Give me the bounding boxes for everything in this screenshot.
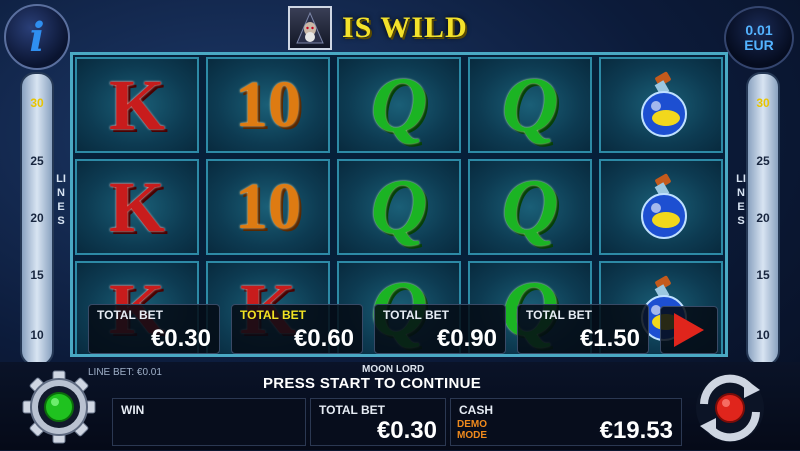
reel-cell: Q bbox=[337, 57, 461, 153]
line-count-30[interactable]: 30 bbox=[22, 96, 52, 110]
bet-option-value: €0.60 bbox=[293, 325, 354, 352]
line-count-15[interactable]: 15 bbox=[22, 268, 52, 282]
reel-cell: K bbox=[75, 159, 199, 255]
line-bet-text: LINE BET: €0.01 bbox=[88, 367, 162, 378]
bet-option-2[interactable]: TOTAL BET €0.60 bbox=[231, 304, 363, 354]
gear-icon bbox=[22, 370, 96, 444]
symbol-q: Q bbox=[501, 61, 559, 148]
line-count-30[interactable]: 30 bbox=[748, 96, 778, 110]
symbol-10: 10 bbox=[235, 170, 301, 243]
play-button[interactable] bbox=[660, 306, 718, 354]
symbol-10: 10 bbox=[235, 68, 301, 141]
reel-cell bbox=[599, 57, 723, 153]
symbol-k: K bbox=[108, 166, 165, 247]
status-message: PRESS START TO CONTINUE bbox=[263, 375, 482, 392]
play-icon bbox=[674, 313, 704, 347]
bet-option-value: €0.90 bbox=[436, 325, 497, 352]
potion-symbol bbox=[641, 173, 687, 239]
info-button[interactable]: i bbox=[4, 4, 70, 70]
denomination-button[interactable]: 0.01 EUR bbox=[724, 6, 794, 70]
potion-symbol bbox=[641, 71, 687, 137]
lines-label-text: LINES bbox=[56, 173, 66, 227]
win-label: WIN bbox=[121, 403, 145, 417]
wild-banner: IS WILD bbox=[288, 6, 468, 50]
line-count-20[interactable]: 20 bbox=[22, 211, 52, 225]
symbol-q: Q bbox=[501, 163, 559, 250]
symbol-k: K bbox=[108, 64, 165, 145]
wild-text: IS WILD bbox=[342, 11, 468, 44]
symbol-q: Q bbox=[370, 163, 428, 250]
cash-label: CASH bbox=[459, 403, 494, 417]
total-bet-label: TOTAL BET bbox=[319, 403, 385, 417]
line-count-10[interactable]: 10 bbox=[22, 328, 52, 342]
denomination-currency: EUR bbox=[744, 37, 774, 53]
demo-mode-badge: DEMO MODE bbox=[457, 419, 487, 441]
reel-cell bbox=[599, 159, 723, 255]
bet-option-label: TOTAL BET bbox=[240, 308, 306, 322]
bet-option-label: TOTAL BET bbox=[526, 308, 592, 322]
lines-panel-left[interactable]: 30 25 20 15 10 bbox=[20, 72, 54, 366]
cash-panel: CASH DEMO MODE €19.53 bbox=[450, 398, 682, 446]
reel-cell: Q bbox=[468, 159, 592, 255]
bet-option-label: TOTAL BET bbox=[383, 308, 449, 322]
denomination-value: 0.01 bbox=[745, 22, 773, 38]
reel-cell: Q bbox=[337, 159, 461, 255]
total-bet-panel: TOTAL BET €0.30 bbox=[310, 398, 446, 446]
info-icon: i bbox=[29, 13, 45, 61]
bet-option-value: €1.50 bbox=[579, 325, 640, 352]
reel-cell: 10 bbox=[206, 57, 330, 153]
wizard-icon bbox=[288, 6, 332, 50]
spin-button[interactable] bbox=[690, 370, 770, 446]
bet-option-label: TOTAL BET bbox=[97, 308, 163, 322]
spin-arrows-icon bbox=[696, 374, 764, 442]
bet-option-3[interactable]: TOTAL BET €0.90 bbox=[374, 304, 506, 354]
lines-label-right: LINES bbox=[734, 172, 748, 228]
line-count-25[interactable]: 25 bbox=[748, 154, 778, 168]
reel-cell: K bbox=[75, 57, 199, 153]
line-count-10[interactable]: 10 bbox=[748, 328, 778, 342]
cash-value: €19.53 bbox=[599, 417, 673, 444]
line-count-25[interactable]: 25 bbox=[22, 154, 52, 168]
bet-option-1[interactable]: TOTAL BET €0.30 bbox=[88, 304, 220, 354]
line-count-15[interactable]: 15 bbox=[748, 268, 778, 282]
win-panel: WIN bbox=[112, 398, 306, 446]
settings-button[interactable] bbox=[18, 368, 100, 446]
game-name: MOON LORD bbox=[362, 364, 425, 375]
bet-option-4[interactable]: TOTAL BET €1.50 bbox=[517, 304, 649, 354]
lines-label-left: LINES bbox=[54, 172, 68, 228]
symbol-q: Q bbox=[370, 61, 428, 148]
lines-label-text: LINES bbox=[736, 173, 746, 227]
reel-cell: 10 bbox=[206, 159, 330, 255]
bet-option-value: €0.30 bbox=[150, 325, 211, 352]
total-bet-value: €0.30 bbox=[376, 417, 437, 444]
reel-cell: Q bbox=[468, 57, 592, 153]
lines-panel-right[interactable]: 30 25 20 15 10 bbox=[746, 72, 780, 366]
line-count-20[interactable]: 20 bbox=[748, 211, 778, 225]
